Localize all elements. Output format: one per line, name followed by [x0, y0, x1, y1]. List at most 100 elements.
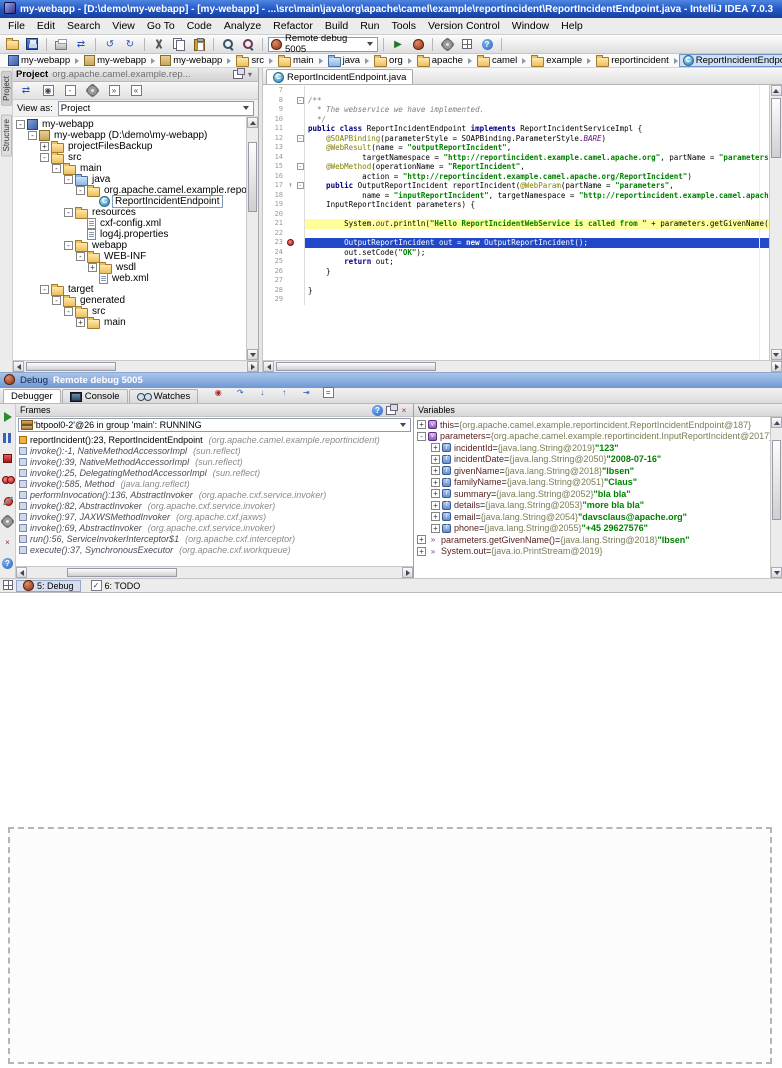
gutter-cell[interactable]	[285, 238, 296, 248]
scroll-up-button[interactable]	[770, 85, 782, 96]
tree-item-wsdl[interactable]: + wsdl	[13, 261, 246, 274]
print-button[interactable]	[52, 36, 70, 53]
stack-frame-row[interactable]: invoke():585, Method (java.lang.reflect)	[16, 478, 413, 489]
paste-button[interactable]	[190, 36, 208, 53]
expand-toggle[interactable]: +	[431, 443, 440, 453]
gutter-cell[interactable]	[285, 219, 296, 229]
scroll-track[interactable]	[274, 361, 771, 372]
scroll-track[interactable]	[771, 428, 782, 567]
expand-toggle[interactable]: +	[431, 454, 440, 464]
gutter-cell[interactable]	[285, 200, 296, 210]
settings-button[interactable]	[438, 36, 456, 53]
editor-tab[interactable]: C ReportIncidentEndpoint.java	[266, 69, 414, 84]
toolwindow-tab-6-todo[interactable]: ✓ 6: TODO	[84, 580, 148, 592]
project-horizontal-scrollbar[interactable]	[13, 360, 258, 372]
gutter-cell[interactable]	[285, 105, 296, 115]
expand-toggle[interactable]: +	[431, 466, 440, 476]
menu-go-to[interactable]: Go To	[141, 19, 181, 33]
settings-button[interactable]	[0, 513, 17, 530]
tree-item-src[interactable]: - src	[13, 305, 246, 318]
variable-row-summary[interactable]: + f summary = {java.lang.String@2052} "bla …	[414, 488, 770, 500]
expand-toggle[interactable]: +	[431, 500, 440, 510]
collapse-toggle[interactable]: -	[40, 153, 49, 162]
tree-item-main[interactable]: - main	[13, 162, 246, 175]
collapse-toggle[interactable]: -	[16, 120, 25, 129]
hide-icon[interactable]: ▾	[245, 70, 255, 80]
close-icon[interactable]: ×	[399, 405, 409, 415]
scroll-up-button[interactable]	[247, 117, 258, 128]
stack-frame-row[interactable]: performInvocation():136, AbstractInvoker…	[16, 489, 413, 500]
variable-row-phone[interactable]: + f phone = {java.lang.String@2055} "+45 29…	[414, 523, 770, 535]
expand-toggle[interactable]: +	[417, 546, 426, 556]
stack-frame-row[interactable]: invoke():69, AbstractInvoker (org.apache.…	[16, 522, 413, 533]
breadcrumb-reportincidentendpoint-selected[interactable]: CReportIncidentEndpoint	[678, 54, 782, 67]
tree-item-log4j-properties[interactable]: log4j.properties	[13, 229, 246, 240]
gutter-cell[interactable]	[285, 210, 296, 220]
resume-button[interactable]	[0, 408, 17, 425]
autoscroll-to-source-button[interactable]: »	[105, 82, 123, 99]
scroll-right-button[interactable]	[402, 567, 413, 578]
variable-row-details[interactable]: + f details = {java.lang.String@2053} "more…	[414, 500, 770, 512]
mute-breakpoints-button[interactable]	[0, 492, 17, 509]
scroll-left-button[interactable]	[16, 567, 27, 578]
scroll-track[interactable]	[24, 361, 247, 372]
scroll-thumb[interactable]	[248, 142, 257, 212]
scroll-down-button[interactable]	[770, 349, 782, 360]
fold-toggle[interactable]: -	[296, 163, 304, 171]
help-button[interactable]: ?	[0, 555, 17, 572]
step-into-button[interactable]: ↓	[253, 384, 271, 401]
project-tree[interactable]: - my-webapp - my-webapp (D:\demo\my-webapp)…	[13, 117, 246, 360]
fold-toggle[interactable]: -	[296, 96, 304, 104]
editor-horizontal-scrollbar[interactable]	[263, 360, 782, 372]
gutter-cell[interactable]	[285, 295, 296, 305]
help-icon[interactable]: ?	[372, 404, 383, 416]
stack-frame-row[interactable]: reportIncident():23, ReportIncidentEndpo…	[16, 434, 413, 445]
close-button[interactable]: ×	[0, 534, 17, 551]
expand-toggle[interactable]: +	[417, 535, 426, 545]
autoscroll-from-source-button[interactable]: «	[127, 82, 145, 99]
collapse-toggle[interactable]: -	[64, 241, 73, 250]
frames-horizontal-scrollbar[interactable]	[16, 566, 413, 578]
menu-code[interactable]: Code	[181, 19, 218, 33]
breadcrumb-main[interactable]: main	[274, 54, 318, 67]
scroll-track[interactable]	[770, 96, 782, 349]
variable-row-parameters[interactable]: - v parameters = {org.apache.camel.example…	[414, 431, 770, 443]
gutter-cell[interactable]	[285, 248, 296, 258]
settings-button[interactable]	[83, 82, 101, 99]
editor-vertical-scrollbar[interactable]	[769, 85, 782, 360]
scroll-track[interactable]	[27, 567, 402, 578]
breadcrumb-reportincident[interactable]: reportincident	[592, 54, 673, 67]
expand-toggle[interactable]: +	[40, 142, 49, 151]
toolwindow-tab-5-debug[interactable]: 5: Debug	[16, 579, 81, 592]
stripe-tab-project[interactable]: Project	[0, 71, 12, 106]
tree-item-resources[interactable]: - resources	[13, 206, 246, 219]
stack-frame-row[interactable]: invoke():82, AbstractInvoker (org.apache.…	[16, 500, 413, 511]
variable-row-familyname[interactable]: + f familyName = {java.lang.String@2051} "C…	[414, 477, 770, 489]
gutter-cell[interactable]: ↑	[285, 181, 296, 191]
code-editor[interactable]: 7 8-/** 9 * The webservice we have impleme…	[263, 85, 769, 360]
gutter-cell[interactable]	[285, 172, 296, 182]
menu-edit[interactable]: Edit	[31, 19, 61, 33]
gutter-cell[interactable]	[285, 153, 296, 163]
gutter-cell[interactable]	[285, 191, 296, 201]
tree-item-java[interactable]: - java	[13, 173, 246, 186]
breadcrumb-my-webapp[interactable]: my-webapp	[156, 54, 226, 67]
breadcrumb-camel[interactable]: camel	[473, 54, 521, 67]
scroll-down-button[interactable]	[771, 567, 782, 578]
tree-item-src[interactable]: - src	[13, 151, 246, 164]
gutter-cell[interactable]	[285, 257, 296, 267]
variable-row-parameters-getgivenname[interactable]: +» parameters.getGivenName() = {java.lang…	[414, 534, 770, 546]
scroll-left-button[interactable]	[263, 361, 274, 372]
gutter-cell[interactable]	[285, 96, 296, 106]
float-icon[interactable]	[233, 67, 245, 79]
scroll-track[interactable]	[247, 128, 258, 349]
gutter-cell[interactable]	[285, 115, 296, 125]
collapse-toggle[interactable]: -	[64, 175, 73, 184]
tree-item-cxf-config-xml[interactable]: cxf-config.xml	[13, 218, 246, 229]
tree-item-web-xml[interactable]: web.xml	[13, 273, 246, 284]
collapse-toggle[interactable]: -	[76, 252, 85, 261]
expand-toggle[interactable]: +	[431, 489, 440, 499]
save-button[interactable]	[23, 36, 41, 53]
select-target-button[interactable]: ◉	[39, 82, 57, 99]
collapse-toggle[interactable]: -	[40, 285, 49, 294]
